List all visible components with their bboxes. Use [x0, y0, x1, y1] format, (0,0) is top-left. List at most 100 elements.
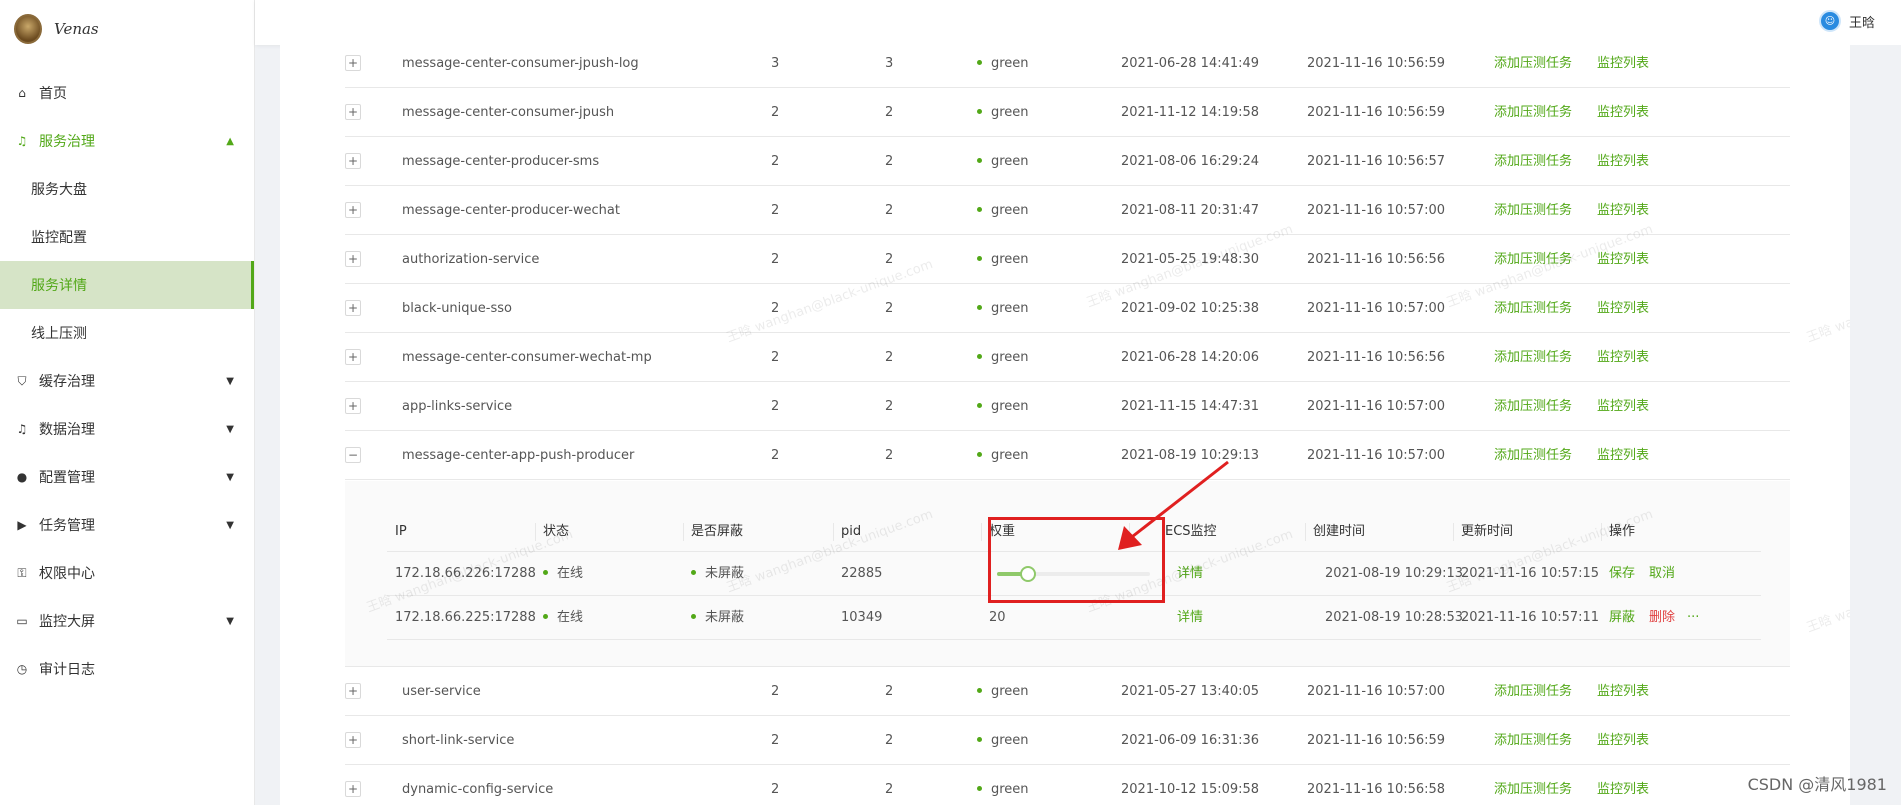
expand-row-button[interactable]: +	[345, 781, 361, 797]
expand-row-button[interactable]: +	[345, 153, 361, 169]
add-stress-task-link[interactable]: 添加压测任务	[1494, 186, 1572, 235]
status-dot	[977, 109, 982, 114]
history-icon: ◷	[16, 662, 28, 676]
service-status-label: green	[991, 301, 1029, 316]
service-updated: 2021-11-16 10:57:00	[1307, 203, 1446, 218]
instance-state-label: 在线	[557, 610, 584, 625]
collapse-row-button[interactable]: −	[345, 447, 361, 463]
ecs-detail-link[interactable]: 详情	[1177, 552, 1203, 596]
more-icon[interactable]: ···	[1687, 596, 1699, 640]
instance-ip: 172.18.66.226:17288	[395, 566, 536, 581]
online-count: 2	[885, 350, 894, 365]
nav-monitor-config[interactable]: 监控配置	[0, 213, 254, 261]
online-count: 2	[885, 154, 894, 169]
monitor-list-link[interactable]: 监控列表	[1597, 333, 1649, 382]
instance-ip: 172.18.66.225:17288	[395, 610, 536, 625]
monitor-list-link[interactable]: 监控列表	[1597, 235, 1649, 284]
monitor-list-link[interactable]: 监控列表	[1597, 39, 1649, 88]
service-created: 2021-06-28 14:20:06	[1121, 350, 1260, 365]
instance-count: 2	[771, 252, 780, 267]
expand-row-button[interactable]: +	[345, 732, 361, 748]
nav-task-management[interactable]: ▶ 任务管理 ▼	[0, 501, 254, 549]
nav-service-governance-label: 服务治理	[39, 134, 95, 150]
add-stress-task-link[interactable]: 添加压测任务	[1494, 716, 1572, 765]
expand-row-button[interactable]: +	[345, 202, 361, 218]
cancel-button[interactable]: 取消	[1649, 552, 1675, 596]
monitor-list-link[interactable]: 监控列表	[1597, 382, 1649, 431]
column-divider	[833, 523, 834, 541]
expand-row-button[interactable]: +	[345, 398, 361, 414]
nav-audit-log[interactable]: ◷ 审计日志	[0, 645, 254, 693]
home-icon: ⌂	[18, 86, 26, 100]
expand-row-button[interactable]: +	[345, 300, 361, 316]
nav-data-governance[interactable]: ♫ 数据治理 ▼	[0, 405, 254, 453]
nav-data-governance-label: 数据治理	[39, 422, 95, 438]
table-row: + message-center-producer-sms 2 2 green 2021-…	[345, 137, 1790, 186]
expand-row-button[interactable]: +	[345, 251, 361, 267]
service-created: 2021-05-25 19:48:30	[1121, 252, 1260, 267]
service-status-label: green	[991, 56, 1029, 71]
status-dot	[977, 786, 982, 791]
nav-permission-center[interactable]: ⚿ 权限中心	[0, 549, 254, 597]
main-content: IP 状态 是否屏蔽 pid 权重 ECS监控 创建时间 更新时间 操作 172…	[280, 45, 1850, 805]
status-dot	[977, 207, 982, 212]
service-name: message-center-consumer-jpush-log	[402, 56, 639, 71]
online-count: 2	[885, 301, 894, 316]
delete-button[interactable]: 删除	[1649, 596, 1675, 640]
expand-row-button[interactable]: +	[345, 349, 361, 365]
monitor-list-link[interactable]: 监控列表	[1597, 431, 1649, 480]
logo[interactable]: Venas	[0, 0, 254, 58]
monitor-list-link[interactable]: 监控列表	[1597, 716, 1649, 765]
add-stress-task-link[interactable]: 添加压测任务	[1494, 137, 1572, 186]
nav-cache-governance[interactable]: ⛉ 缓存治理 ▼	[0, 357, 254, 405]
service-status: green	[977, 431, 1029, 480]
add-stress-task-link[interactable]: 添加压测任务	[1494, 235, 1572, 284]
status-dot	[691, 570, 696, 575]
service-updated: 2021-11-16 10:56:58	[1307, 782, 1446, 797]
nav-home[interactable]: ⌂ 首页	[0, 69, 254, 117]
instance-count: 3	[771, 56, 780, 71]
nav-service-detail[interactable]: 服务详情	[0, 261, 254, 309]
column-divider	[683, 523, 684, 541]
nav-config-management[interactable]: ● 配置管理 ▼	[0, 453, 254, 501]
add-stress-task-link[interactable]: 添加压测任务	[1494, 284, 1572, 333]
service-status-label: green	[991, 733, 1029, 748]
nav-monitor-screen[interactable]: ▭ 监控大屏 ▼	[0, 597, 254, 645]
add-stress-task-link[interactable]: 添加压测任务	[1494, 39, 1572, 88]
ecs-detail-link[interactable]: 详情	[1177, 596, 1203, 640]
status-dot	[977, 60, 982, 65]
service-created: 2021-08-11 20:31:47	[1121, 203, 1260, 218]
shield-button[interactable]: 屏蔽	[1609, 596, 1635, 640]
save-button[interactable]: 保存	[1609, 552, 1635, 596]
expand-row-button[interactable]: +	[345, 104, 361, 120]
nav-online-stress-test[interactable]: 线上压测	[0, 309, 254, 357]
user-key-icon: ⚿	[17, 565, 27, 580]
nav-cache-governance-label: 缓存治理	[39, 374, 95, 390]
add-stress-task-link[interactable]: 添加压测任务	[1494, 765, 1572, 805]
monitor-list-link[interactable]: 监控列表	[1597, 765, 1649, 805]
col-ecs: ECS监控	[1165, 524, 1217, 539]
logo-emblem-icon	[14, 14, 42, 44]
nav-service-dashboard[interactable]: 服务大盘	[0, 165, 254, 213]
monitor-list-link[interactable]: 监控列表	[1597, 667, 1649, 716]
monitor-list-link[interactable]: 监控列表	[1597, 284, 1649, 333]
instance-updated: 2021-11-16 10:57:15	[1461, 566, 1600, 581]
monitor-list-link[interactable]: 监控列表	[1597, 88, 1649, 137]
add-stress-task-link[interactable]: 添加压测任务	[1494, 431, 1572, 480]
add-stress-task-link[interactable]: 添加压测任务	[1494, 88, 1572, 137]
add-stress-task-link[interactable]: 添加压测任务	[1494, 667, 1572, 716]
status-dot	[543, 570, 548, 575]
add-stress-task-link[interactable]: 添加压测任务	[1494, 382, 1572, 431]
status-dot	[977, 737, 982, 742]
expand-row-button[interactable]: +	[345, 55, 361, 71]
monitor-list-link[interactable]: 监控列表	[1597, 137, 1649, 186]
instance-count: 2	[771, 733, 780, 748]
expand-row-button[interactable]: +	[345, 683, 361, 699]
add-stress-task-link[interactable]: 添加压测任务	[1494, 333, 1572, 382]
monitor-list-link[interactable]: 监控列表	[1597, 186, 1649, 235]
nav-task-management-label: 任务管理	[39, 518, 95, 534]
table-row: + app-links-service 2 2 green 2021-11-15 14:4…	[345, 382, 1790, 431]
user-menu[interactable]: ☺ 王晗	[1818, 10, 1875, 32]
instance-created: 2021-08-19 10:29:13	[1325, 566, 1464, 581]
nav-service-governance[interactable]: ♫ 服务治理 ▲	[0, 117, 254, 165]
